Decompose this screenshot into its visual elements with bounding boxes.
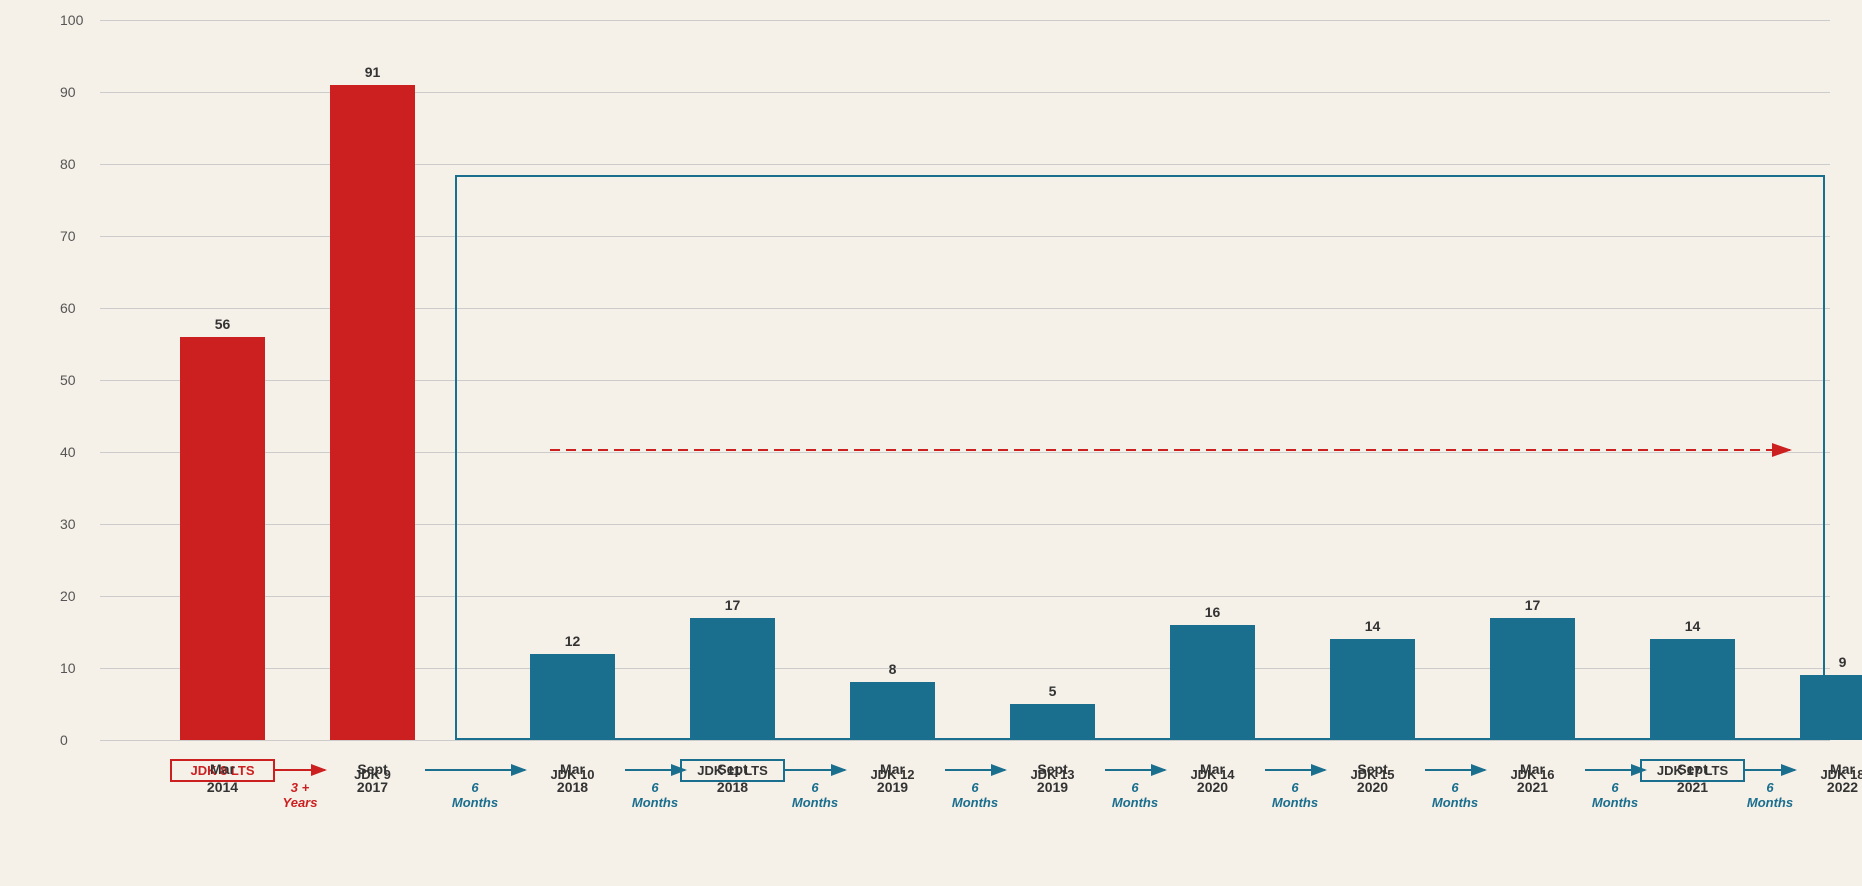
bars-area: 56JDK 8 LTS91JDK 912JDK 1017JDK 11 LTS8J…	[100, 20, 1830, 740]
bar-jdk14	[1170, 625, 1255, 740]
timeline-arrow-7: 6Months	[1420, 760, 1490, 810]
bar-value-jdk9: 91	[330, 64, 415, 80]
timeline-date-jdk18: Mar	[1795, 760, 1862, 778]
timeline-duration-9: 6Months	[1747, 780, 1793, 810]
bar-value-jdk12: 8	[850, 661, 935, 677]
timeline-duration-2: 6Months	[632, 780, 678, 810]
timeline-duration-0: 3 +Years	[283, 780, 318, 810]
grid-label-20: 20	[60, 588, 76, 604]
timeline-date-jdk11: Sept	[685, 760, 780, 778]
timeline-date-jdk14: Mar	[1165, 760, 1260, 778]
grid-label-60: 60	[60, 300, 76, 316]
timeline-jdk9: Sept2017	[325, 760, 420, 796]
timeline-date-jdk16: Mar	[1485, 760, 1580, 778]
timeline-year-jdk9: 2017	[325, 778, 420, 796]
bar-value-jdk13: 5	[1010, 683, 1095, 699]
timeline-year-jdk11: 2018	[685, 778, 780, 796]
timeline-duration-5: 6Months	[1112, 780, 1158, 810]
timeline-duration-7: 6Months	[1432, 780, 1478, 810]
timeline-jdk16: Mar2021	[1485, 760, 1580, 796]
bar-jdk9	[330, 85, 415, 740]
grid-label-40: 40	[60, 444, 76, 460]
timeline-date-jdk9: Sept	[325, 760, 420, 778]
timeline-duration-6: 6Months	[1272, 780, 1318, 810]
timeline-date-jdk10: Mar	[525, 760, 620, 778]
timeline-jdk11: Sept2018	[685, 760, 780, 796]
timeline-date-jdk8: Mar	[175, 760, 270, 778]
bar-value-jdk16: 17	[1490, 597, 1575, 613]
timeline-arrow-2: 6Months	[620, 760, 690, 810]
timeline-arrow-6: 6Months	[1260, 760, 1330, 810]
bar-value-jdk8: 56	[180, 316, 265, 332]
bar-value-jdk14: 16	[1170, 604, 1255, 620]
timeline-jdk10: Mar2018	[525, 760, 620, 796]
timeline-duration-1: 6Months	[452, 780, 498, 810]
bar-jdk10	[530, 654, 615, 740]
timeline-jdk14: Mar2020	[1165, 760, 1260, 796]
bar-jdk12	[850, 682, 935, 740]
timeline-duration-4: 6Months	[952, 780, 998, 810]
chart-container: 0102030405060708090100 56JDK 8 LTS91JDK …	[40, 20, 1840, 860]
timeline-year-jdk17: 2021	[1645, 778, 1740, 796]
timeline-arrow-1: 6Months	[420, 760, 530, 810]
timeline-arrow-3: 6Months	[780, 760, 850, 810]
chart-area: 0102030405060708090100 56JDK 8 LTS91JDK …	[100, 20, 1830, 740]
timeline-year-jdk8: 2014	[175, 778, 270, 796]
timeline-year-jdk13: 2019	[1005, 778, 1100, 796]
timeline-jdk13: Sept2019	[1005, 760, 1100, 796]
bar-value-jdk17: 14	[1650, 618, 1735, 634]
timeline-date-jdk15: Sept	[1325, 760, 1420, 778]
timeline-year-jdk18: 2022	[1795, 778, 1862, 796]
bar-value-jdk15: 14	[1330, 618, 1415, 634]
bar-value-jdk18: 9	[1800, 654, 1862, 670]
timeline-jdk8: Mar2014	[175, 760, 270, 796]
timeline-duration-3: 6Months	[792, 780, 838, 810]
timeline-year-jdk10: 2018	[525, 778, 620, 796]
grid-label-30: 30	[60, 516, 76, 532]
bar-jdk13	[1010, 704, 1095, 740]
timeline-year-jdk12: 2019	[845, 778, 940, 796]
timeline-arrow-4: 6Months	[940, 760, 1010, 810]
grid-label-50: 50	[60, 372, 76, 388]
timeline-year-jdk15: 2020	[1325, 778, 1420, 796]
bar-jdk15	[1330, 639, 1415, 740]
bar-jdk17	[1650, 639, 1735, 740]
timeline-jdk15: Sept2020	[1325, 760, 1420, 796]
bar-jdk11	[690, 618, 775, 740]
grid-label-10: 10	[60, 660, 76, 676]
timeline-jdk17: Sept2021	[1645, 760, 1740, 796]
grid-label-90: 90	[60, 84, 76, 100]
timeline-jdk12: Mar2019	[845, 760, 940, 796]
bar-jdk8	[180, 337, 265, 740]
bar-jdk16	[1490, 618, 1575, 740]
timeline-arrow-8: 6Months	[1580, 760, 1650, 810]
timeline-arrow-0: 3 +Years	[270, 760, 330, 810]
timeline-arrow-5: 6Months	[1100, 760, 1170, 810]
grid-label-0: 0	[60, 732, 68, 748]
timeline-year-jdk14: 2020	[1165, 778, 1260, 796]
timeline-year-jdk16: 2021	[1485, 778, 1580, 796]
timeline-date-jdk17: Sept	[1645, 760, 1740, 778]
bar-value-jdk11: 17	[690, 597, 775, 613]
grid-label-100: 100	[60, 12, 83, 28]
grid-label-80: 80	[60, 156, 76, 172]
timeline-date-jdk13: Sept	[1005, 760, 1100, 778]
grid-line-0	[100, 740, 1830, 741]
dashed-arrow-svg	[470, 435, 1810, 465]
timeline-jdk18: Mar2022	[1795, 760, 1862, 796]
grid-label-70: 70	[60, 228, 76, 244]
timeline-arrow-9: 6Months	[1740, 760, 1800, 810]
bar-jdk18	[1800, 675, 1862, 740]
bar-value-jdk10: 12	[530, 633, 615, 649]
timeline-duration-8: 6Months	[1592, 780, 1638, 810]
timeline-date-jdk12: Mar	[845, 760, 940, 778]
